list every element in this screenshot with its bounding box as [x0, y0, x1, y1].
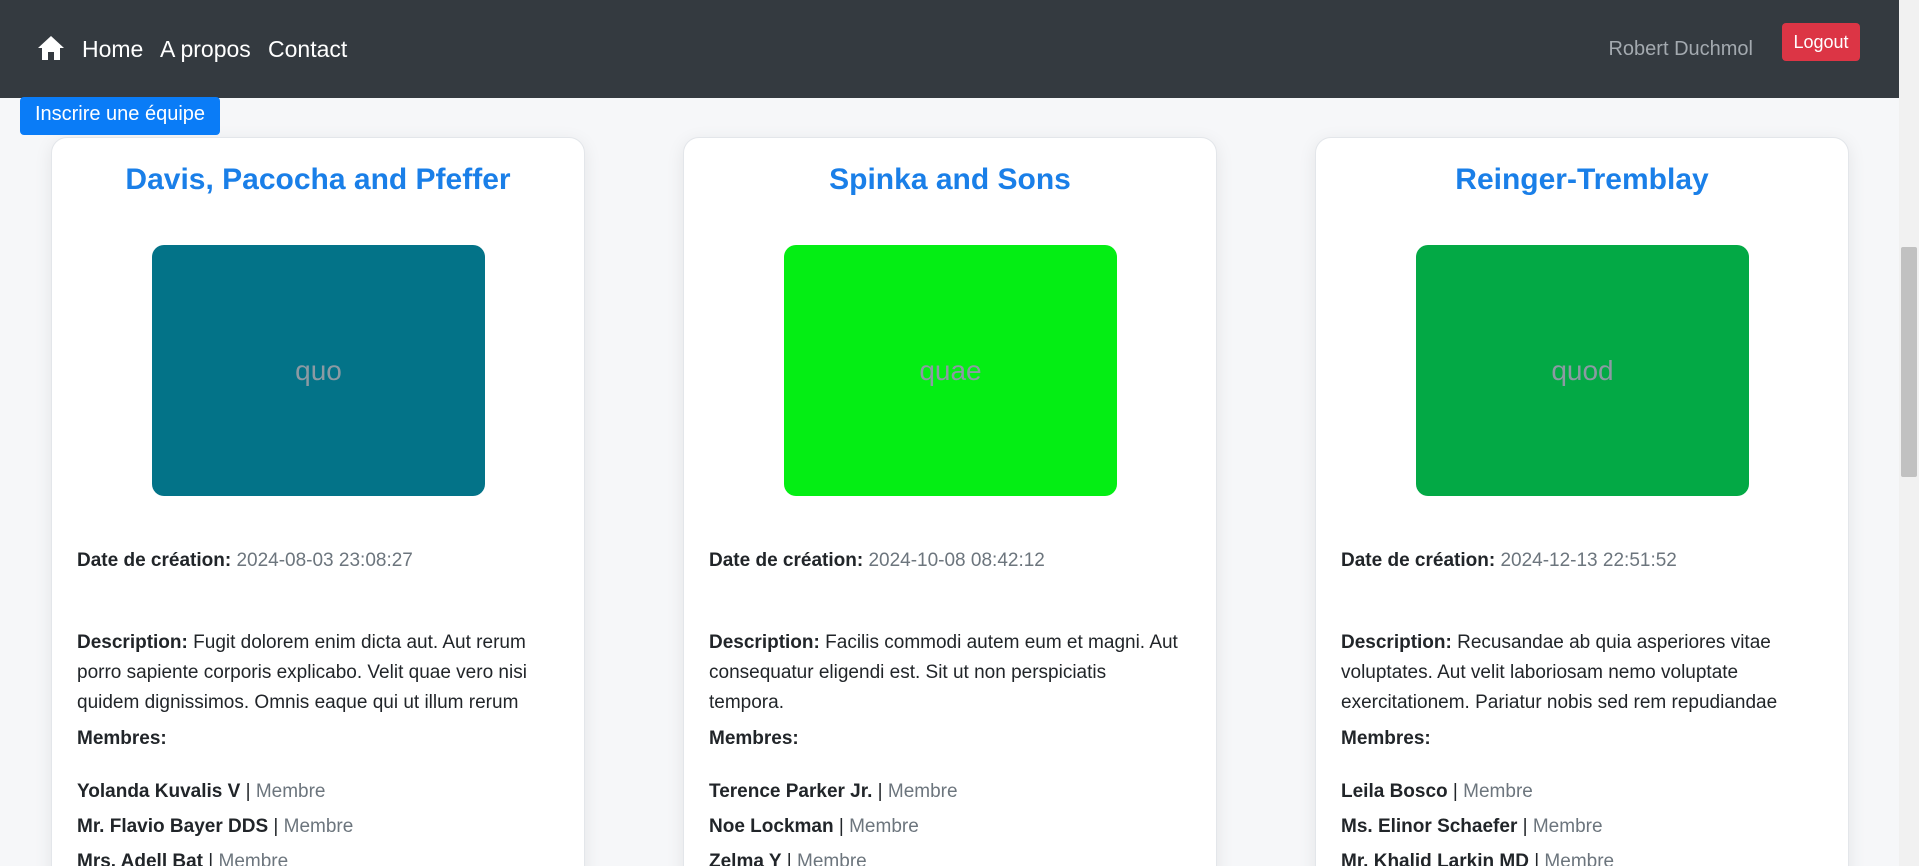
member-role: Membre: [887, 781, 958, 802]
description: Description: Facilis commodi autem eum e…: [709, 628, 1186, 718]
member-item: Mr. Flavio Bayer DDS | Membre: [77, 816, 354, 837]
team-title[interactable]: Spinka and Sons: [684, 160, 1216, 200]
description: Description: Recusandae ab quia asperior…: [1341, 628, 1818, 718]
members-list: Leila Bosco | Membre Ms. Elinor Schaefer…: [1341, 774, 1823, 866]
member-role: Membre: [283, 816, 354, 837]
member-item: Leila Bosco | Membre: [1341, 781, 1533, 802]
member-item: Mr. Khalid Larkin MD | Membre: [1341, 844, 1823, 866]
member-name: Ms. Elinor Schaefer: [1341, 816, 1518, 837]
member-role: Membre: [797, 851, 867, 866]
date-value: 2024-12-13 22:51:52: [1500, 550, 1677, 571]
date-value: 2024-08-03 23:08:27: [236, 550, 413, 571]
member-item: Terence Parker Jr. | Membre: [709, 781, 958, 802]
team-image: quod: [1416, 245, 1749, 496]
member-role: Membre: [1544, 851, 1615, 866]
member-item: Mrs. Adell Bat | Membre: [77, 844, 559, 866]
member-role: Membre: [255, 781, 326, 802]
member-name: Mr. Flavio Bayer DDS: [77, 816, 269, 837]
member-name: Zelma Y: [709, 851, 782, 866]
team-card: Spinka and Sons quae Date de création: 2…: [683, 137, 1217, 866]
member-name: Mrs. Adell Bat: [77, 851, 203, 866]
creation-date: Date de création: 2024-10-08 08:42:12: [709, 546, 1186, 576]
team-title[interactable]: Davis, Pacocha and Pfeffer: [52, 160, 584, 200]
team-card: Reinger-Tremblay quod Date de création: …: [1315, 137, 1849, 866]
member-item: Zelma Y | Membre: [709, 844, 1191, 866]
team-title[interactable]: Reinger-Tremblay: [1316, 160, 1848, 200]
member-role: Membre: [218, 851, 289, 866]
description-label: Description:: [77, 632, 188, 653]
team-image-text: quod: [1551, 354, 1614, 386]
team-image-text: quo: [295, 354, 342, 386]
members-list: Terence Parker Jr. | Membre Noe Lockman …: [709, 774, 1191, 866]
member-item: Yolanda Kuvalis V | Membre: [77, 781, 326, 802]
register-team-button[interactable]: Inscrire une équipe: [20, 97, 220, 135]
member-role: Membre: [1463, 781, 1533, 802]
member-name: Leila Bosco: [1341, 781, 1448, 802]
description-label: Description:: [709, 632, 820, 653]
members-heading: Membres:: [709, 728, 799, 749]
team-cards: Davis, Pacocha and Pfeffer quo Date de c…: [0, 0, 1899, 866]
date-label: Date de création:: [1341, 550, 1496, 571]
member-name: Terence Parker Jr.: [709, 781, 873, 802]
members-heading: Membres:: [77, 728, 167, 749]
member-name: Noe Lockman: [709, 816, 834, 837]
members-heading: Membres:: [1341, 728, 1431, 749]
team-image-text: quae: [919, 354, 982, 386]
member-item: Noe Lockman | Membre: [709, 816, 919, 837]
description: Description: Fugit dolorem enim dicta au…: [77, 628, 554, 718]
team-card: Davis, Pacocha and Pfeffer quo Date de c…: [51, 137, 585, 866]
member-role: Membre: [1532, 816, 1603, 837]
description-label: Description:: [1341, 632, 1452, 653]
member-name: Mr. Khalid Larkin MD: [1341, 851, 1529, 866]
team-image: quae: [784, 245, 1117, 496]
creation-date: Date de création: 2024-12-13 22:51:52: [1341, 546, 1818, 576]
member-role: Membre: [849, 816, 919, 837]
date-value: 2024-10-08 08:42:12: [868, 550, 1045, 571]
member-item: Ms. Elinor Schaefer | Membre: [1341, 816, 1603, 837]
members-list: Yolanda Kuvalis V | Membre Mr. Flavio Ba…: [77, 774, 559, 866]
member-name: Yolanda Kuvalis V: [77, 781, 241, 802]
date-label: Date de création:: [77, 550, 232, 571]
scrollbar-thumb[interactable]: [1901, 247, 1917, 477]
team-image: quo: [152, 245, 485, 496]
creation-date: Date de création: 2024-08-03 23:08:27: [77, 546, 554, 576]
date-label: Date de création:: [709, 550, 864, 571]
